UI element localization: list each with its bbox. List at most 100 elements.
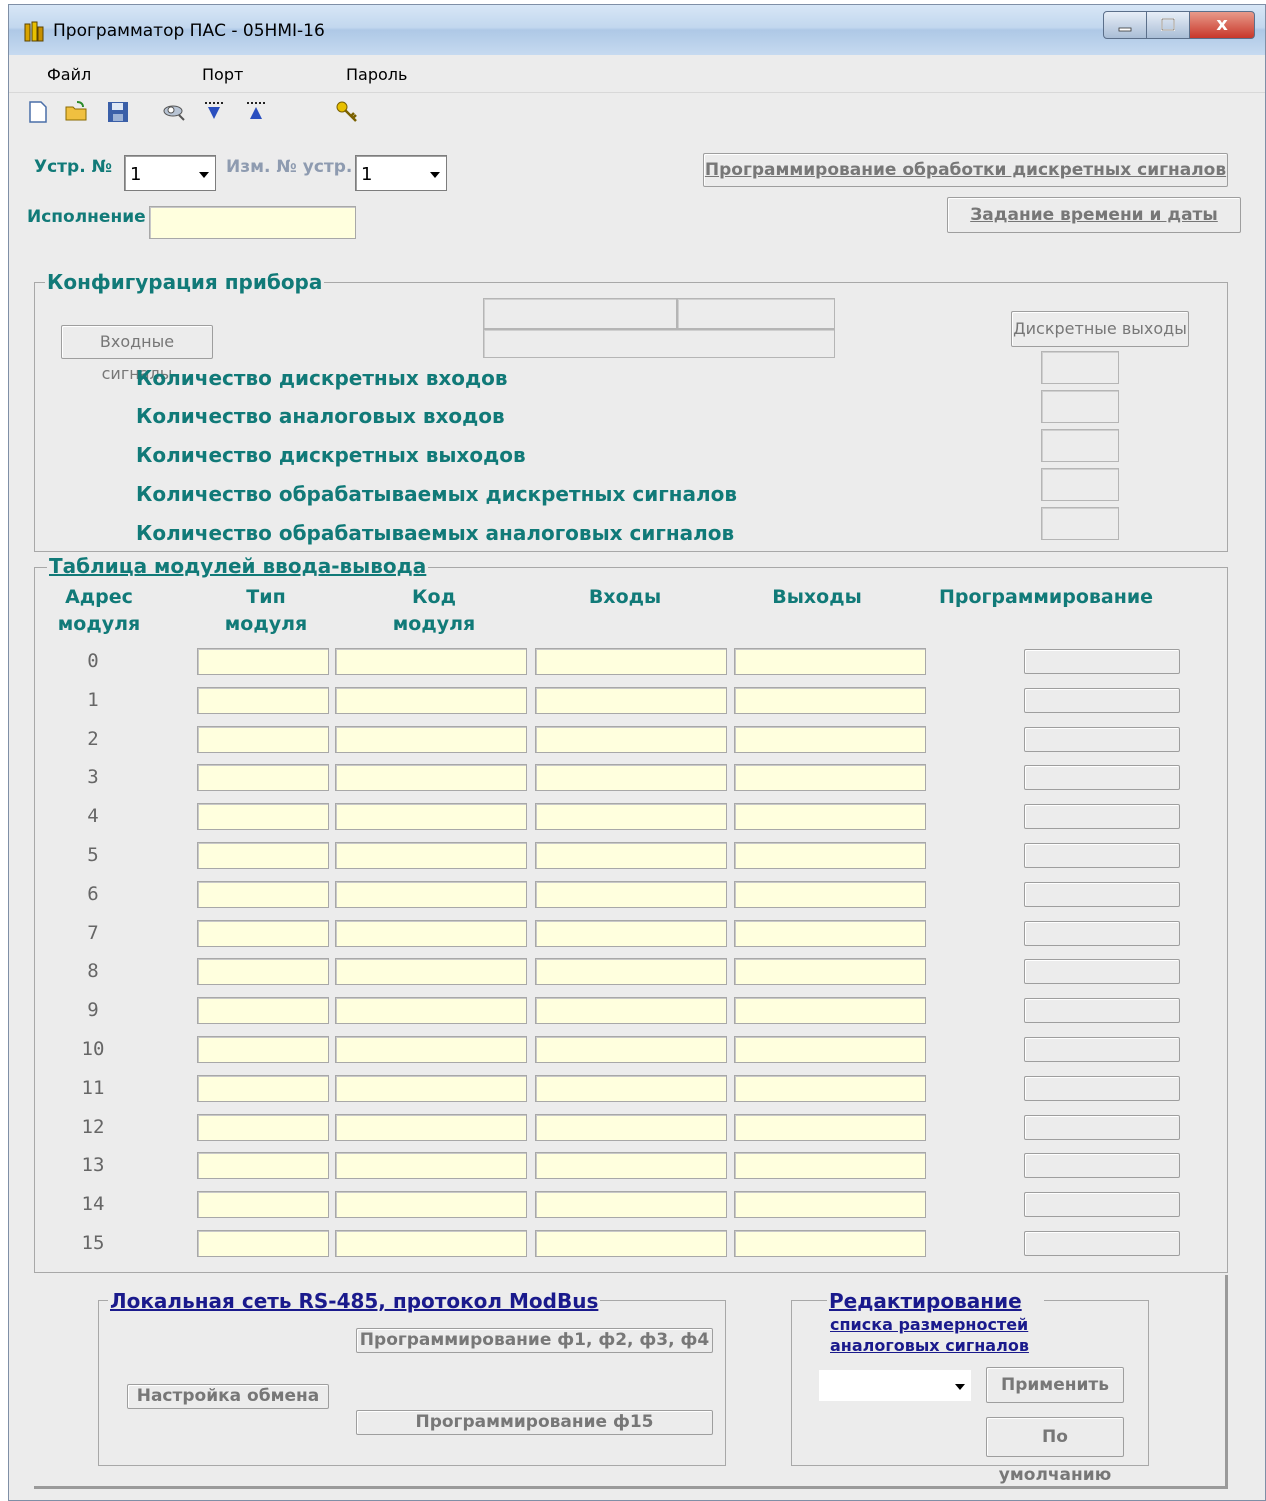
module-type-field[interactable] bbox=[197, 686, 329, 714]
module-outputs-field[interactable] bbox=[734, 725, 926, 753]
module-outputs-field[interactable] bbox=[734, 919, 926, 947]
maximize-button[interactable] bbox=[1146, 11, 1190, 39]
module-code-field[interactable] bbox=[335, 1036, 527, 1063]
module-outputs-field[interactable] bbox=[734, 1230, 926, 1257]
module-inputs-field[interactable] bbox=[535, 1113, 727, 1141]
exchange-settings-button[interactable]: Настройка обмена bbox=[127, 1384, 329, 1409]
module-type-field[interactable] bbox=[197, 648, 329, 675]
apply-button[interactable]: Применить bbox=[986, 1367, 1124, 1403]
module-inputs-field[interactable] bbox=[535, 764, 727, 792]
module-programming-button[interactable] bbox=[1024, 1153, 1180, 1179]
module-code-field[interactable] bbox=[335, 880, 527, 908]
minimize-button[interactable] bbox=[1103, 11, 1147, 39]
module-programming-button[interactable] bbox=[1024, 1231, 1180, 1256]
set-time-date-button[interactable]: Задание времени и даты bbox=[947, 197, 1241, 233]
module-inputs-field[interactable] bbox=[535, 1230, 727, 1257]
program-f1-f4-button[interactable]: Программирование ф1, ф2, ф3, ф4 bbox=[356, 1328, 713, 1353]
dimensions-select[interactable] bbox=[818, 1369, 972, 1402]
module-code-field[interactable] bbox=[335, 958, 527, 986]
module-programming-button[interactable] bbox=[1024, 1114, 1180, 1140]
program-f15-button[interactable]: Программирование ф15 bbox=[356, 1410, 713, 1435]
module-programming-button[interactable] bbox=[1024, 959, 1180, 985]
module-inputs-field[interactable] bbox=[535, 648, 727, 675]
module-programming-button[interactable] bbox=[1024, 765, 1180, 791]
menu-file[interactable]: Файл bbox=[47, 65, 91, 84]
module-inputs-field[interactable] bbox=[535, 880, 727, 908]
module-type-field[interactable] bbox=[197, 803, 329, 831]
module-outputs-field[interactable] bbox=[734, 764, 926, 792]
program-discrete-signals-button[interactable]: Программирование обработки дискретных си… bbox=[703, 153, 1228, 187]
module-outputs-field[interactable] bbox=[734, 648, 926, 675]
module-programming-button[interactable] bbox=[1024, 920, 1180, 946]
module-outputs-field[interactable] bbox=[734, 997, 926, 1025]
module-inputs-field[interactable] bbox=[535, 1152, 727, 1180]
module-programming-button[interactable] bbox=[1024, 881, 1180, 907]
module-programming-button[interactable] bbox=[1024, 687, 1180, 713]
module-code-field[interactable] bbox=[335, 919, 527, 947]
module-outputs-field[interactable] bbox=[734, 1152, 926, 1180]
module-code-field[interactable] bbox=[335, 1113, 527, 1141]
module-type-field[interactable] bbox=[197, 958, 329, 986]
module-type-field[interactable] bbox=[197, 725, 329, 753]
discrete-outputs-button[interactable]: Дискретные выходы bbox=[1011, 311, 1189, 347]
module-outputs-field[interactable] bbox=[734, 686, 926, 714]
module-type-field[interactable] bbox=[197, 919, 329, 947]
module-code-field[interactable] bbox=[335, 648, 527, 675]
new-file-icon[interactable] bbox=[25, 99, 51, 125]
module-code-field[interactable] bbox=[335, 1230, 527, 1257]
module-code-field[interactable] bbox=[335, 1152, 527, 1180]
module-inputs-field[interactable] bbox=[535, 919, 727, 947]
change-device-number-select[interactable]: 1 bbox=[355, 155, 447, 191]
module-code-field[interactable] bbox=[335, 842, 527, 869]
key-icon[interactable] bbox=[334, 99, 360, 125]
module-type-field[interactable] bbox=[197, 997, 329, 1025]
module-code-field[interactable] bbox=[335, 1191, 527, 1219]
module-programming-button[interactable] bbox=[1024, 649, 1180, 674]
module-inputs-field[interactable] bbox=[535, 958, 727, 986]
default-button[interactable]: По умолчанию bbox=[986, 1417, 1124, 1485]
module-outputs-field[interactable] bbox=[734, 1074, 926, 1102]
module-outputs-field[interactable] bbox=[734, 1036, 926, 1063]
menu-port[interactable]: Порт bbox=[202, 65, 243, 84]
module-programming-button[interactable] bbox=[1024, 843, 1180, 868]
module-type-field[interactable] bbox=[197, 1036, 329, 1063]
module-type-field[interactable] bbox=[197, 880, 329, 908]
module-programming-button[interactable] bbox=[1024, 1075, 1180, 1101]
module-outputs-field[interactable] bbox=[734, 958, 926, 986]
input-signals-button[interactable]: Входные сигналы bbox=[61, 325, 213, 383]
module-inputs-field[interactable] bbox=[535, 842, 727, 869]
module-outputs-field[interactable] bbox=[734, 803, 926, 831]
open-folder-icon[interactable] bbox=[63, 99, 89, 125]
module-code-field[interactable] bbox=[335, 803, 527, 831]
title-bar[interactable]: Программатор ПАС - 05HMI-16 x bbox=[9, 5, 1265, 55]
module-code-field[interactable] bbox=[335, 686, 527, 714]
module-outputs-field[interactable] bbox=[734, 842, 926, 869]
module-code-field[interactable] bbox=[335, 725, 527, 753]
write-up-icon[interactable] bbox=[243, 99, 269, 125]
module-programming-button[interactable] bbox=[1024, 804, 1180, 830]
module-type-field[interactable] bbox=[197, 1113, 329, 1141]
menu-password[interactable]: Пароль bbox=[346, 65, 407, 84]
read-down-icon[interactable] bbox=[201, 99, 227, 125]
module-inputs-field[interactable] bbox=[535, 725, 727, 753]
module-code-field[interactable] bbox=[335, 1074, 527, 1102]
search-device-icon[interactable] bbox=[161, 99, 187, 125]
module-programming-button[interactable] bbox=[1024, 1192, 1180, 1218]
module-outputs-field[interactable] bbox=[734, 1113, 926, 1141]
module-type-field[interactable] bbox=[197, 1191, 329, 1219]
module-inputs-field[interactable] bbox=[535, 997, 727, 1025]
module-type-field[interactable] bbox=[197, 1230, 329, 1257]
close-button[interactable]: x bbox=[1189, 11, 1255, 39]
module-programming-button[interactable] bbox=[1024, 1037, 1180, 1062]
module-code-field[interactable] bbox=[335, 764, 527, 792]
module-code-field[interactable] bbox=[335, 997, 527, 1025]
module-type-field[interactable] bbox=[197, 1074, 329, 1102]
module-programming-button[interactable] bbox=[1024, 726, 1180, 752]
module-inputs-field[interactable] bbox=[535, 803, 727, 831]
device-number-select[interactable]: 1 bbox=[124, 155, 216, 191]
save-icon[interactable] bbox=[105, 99, 131, 125]
module-type-field[interactable] bbox=[197, 764, 329, 792]
module-type-field[interactable] bbox=[197, 842, 329, 869]
module-inputs-field[interactable] bbox=[535, 1191, 727, 1219]
module-inputs-field[interactable] bbox=[535, 1036, 727, 1063]
